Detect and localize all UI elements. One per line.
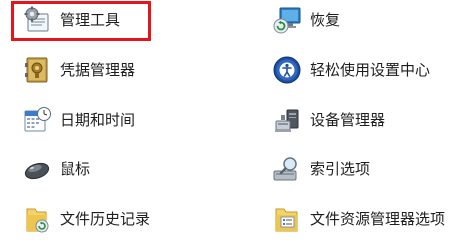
item-label: 轻松使用设置中心 — [310, 61, 431, 79]
indexing-options-icon — [272, 154, 302, 184]
mouse-icon — [22, 154, 52, 184]
item-ease-of-access[interactable]: 轻松使用设置中心 — [272, 54, 430, 86]
credential-manager-icon — [22, 55, 52, 85]
item-device-manager[interactable]: 设备管理器 — [272, 104, 385, 136]
date-time-icon — [22, 105, 52, 135]
item-label: 索引选项 — [310, 160, 371, 178]
item-credential-manager[interactable]: 凭据管理器 — [22, 54, 135, 86]
item-file-history[interactable]: 文件历史记录 — [22, 203, 150, 235]
item-recovery[interactable]: 恢复 — [272, 4, 340, 36]
item-indexing-options[interactable]: 索引选项 — [272, 153, 370, 185]
recovery-icon — [272, 5, 302, 35]
item-label: 管理工具 — [60, 11, 121, 29]
item-label: 文件历史记录 — [60, 210, 151, 228]
file-history-icon — [22, 204, 52, 234]
item-file-explorer-options[interactable]: 文件资源管理器选项 — [272, 203, 445, 235]
item-mouse[interactable]: 鼠标 — [22, 153, 90, 185]
item-label: 恢复 — [310, 11, 341, 29]
item-label: 日期和时间 — [60, 111, 136, 129]
device-manager-icon — [272, 105, 302, 135]
item-label: 凭据管理器 — [60, 61, 136, 79]
file-explorer-options-icon — [272, 204, 302, 234]
item-label: 鼠标 — [60, 160, 91, 178]
item-label: 文件资源管理器选项 — [310, 210, 446, 228]
item-date-time[interactable]: 日期和时间 — [22, 104, 135, 136]
item-admin-tools[interactable]: 管理工具 — [22, 4, 120, 36]
item-label: 设备管理器 — [310, 111, 386, 129]
admin-tools-icon — [22, 5, 52, 35]
ease-of-access-icon — [272, 55, 302, 85]
control-panel-items-grid: 管理工具 恢复 凭据管理器 轻松使用设置中心 日期和时间 设备管理器 鼠标 索引… — [0, 0, 475, 246]
